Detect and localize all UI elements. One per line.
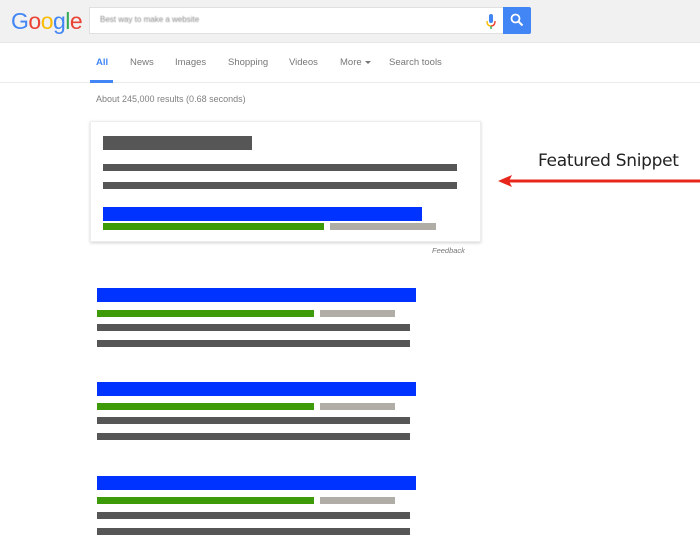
tab-more-label: More — [340, 57, 362, 68]
tab-videos[interactable]: Videos — [289, 57, 318, 68]
result-text-line — [97, 340, 410, 347]
google-logo[interactable]: Google — [11, 8, 83, 35]
logo-letter: G — [11, 8, 29, 34]
result-url-placeholder — [97, 497, 314, 504]
tab-all[interactable]: All — [96, 57, 108, 68]
logo-letter: o — [28, 8, 41, 34]
result-link-placeholder[interactable] — [97, 476, 416, 490]
search-input[interactable]: Best way to make a website — [89, 7, 503, 34]
snippet-heading-placeholder — [103, 136, 252, 150]
snippet-text-line — [103, 164, 457, 171]
annotation-label: Featured Snippet — [538, 151, 679, 171]
search-query-text: Best way to make a website — [100, 15, 200, 24]
result-meta-placeholder — [320, 403, 395, 410]
snippet-url-placeholder — [103, 223, 324, 230]
result-url-placeholder — [97, 310, 314, 317]
result-text-line — [97, 433, 410, 440]
magnifier-icon — [510, 13, 524, 27]
feedback-link[interactable]: Feedback — [432, 246, 465, 255]
caret-down-icon — [364, 60, 371, 64]
logo-letter: o — [40, 8, 54, 34]
tab-images[interactable]: Images — [175, 57, 206, 68]
tab-search-tools[interactable]: Search tools — [389, 57, 442, 68]
tab-more[interactable]: More — [340, 57, 371, 68]
snippet-link-placeholder[interactable] — [103, 207, 422, 221]
result-url-placeholder — [97, 403, 314, 410]
active-tab-indicator — [90, 80, 113, 83]
result-meta-placeholder — [320, 310, 395, 317]
result-link-placeholder[interactable] — [97, 288, 416, 302]
result-text-line — [97, 324, 410, 331]
search-button[interactable] — [503, 7, 531, 34]
featured-snippet-box — [90, 121, 481, 242]
logo-letter: g — [52, 8, 66, 34]
arrow-left-icon — [498, 175, 700, 187]
result-text-line — [97, 512, 410, 519]
tab-shopping[interactable]: Shopping — [228, 57, 268, 68]
search-tabs: All News Images Shopping Videos More Sea… — [0, 43, 700, 83]
result-meta-placeholder — [320, 497, 395, 504]
tab-news[interactable]: News — [130, 57, 154, 68]
result-link-placeholder[interactable] — [97, 382, 416, 396]
result-text-line — [97, 528, 410, 535]
result-text-line — [97, 417, 410, 424]
search-header: Google Best way to make a website — [0, 0, 700, 43]
logo-letter: e — [69, 8, 83, 34]
results-stats: About 245,000 results (0.68 seconds) — [96, 94, 246, 104]
snippet-text-line — [103, 182, 457, 189]
snippet-meta-placeholder — [330, 223, 436, 230]
microphone-icon[interactable] — [485, 14, 497, 30]
